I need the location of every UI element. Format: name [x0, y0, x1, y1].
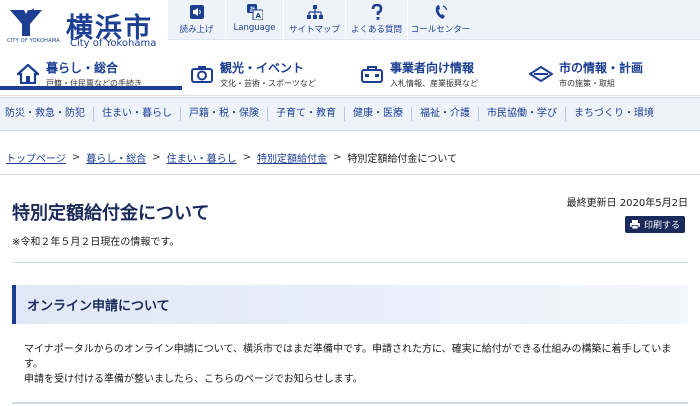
breadcrumb-link[interactable]: 暮らし・総合: [86, 150, 146, 165]
logo-subtext: CITY OF YOKOHAMA: [7, 38, 60, 44]
category-sub: 文化・芸術・スポーツなど: [220, 79, 316, 88]
breadcrumb-current: 特別定額給付金について: [347, 154, 458, 165]
breadcrumb-link[interactable]: 特別定額給付金: [257, 150, 327, 165]
phone-icon: [434, 4, 448, 20]
last-updated: 最終更新日 2020年5月2日: [566, 198, 688, 209]
breadcrumb-link[interactable]: トップページ: [6, 150, 66, 165]
breadcrumb: トップページ > 暮らし・総合 > 住まい・暮らし > 特別定額給付金 > 特別…: [6, 150, 457, 165]
body-text-line: マイナポータルからのオンライン申請について、横浜市ではまだ準備中です。申請された…: [24, 344, 672, 355]
divider: [12, 402, 688, 404]
subnav-item[interactable]: 住まい・暮らし: [94, 107, 181, 121]
category-label: 観光・イベント: [220, 61, 305, 75]
sub-category-nav: 防災・救急・防犯 住まい・暮らし 戸籍・税・保険 子育て・教育 健康・医療 福祉…: [0, 97, 700, 131]
svg-text:A: A: [255, 12, 261, 20]
subnav-item[interactable]: 福祉・介護: [412, 107, 479, 121]
category-tourism[interactable]: 観光・イベント 文化・芸術・スポーツなど: [190, 52, 316, 96]
util-label: よくある質問: [350, 25, 402, 35]
divider: [12, 262, 688, 263]
city-emblem-icon: [529, 62, 553, 86]
subnav-item[interactable]: 防災・救急・防犯: [0, 107, 94, 121]
subnav-item[interactable]: 市民協働・学び: [479, 107, 566, 121]
subnav-item[interactable]: 戸籍・税・保険: [181, 107, 268, 121]
print-button-label: 印刷する: [643, 221, 680, 231]
site-logo[interactable]: CITY OF YOKOHAMA 横浜市 City of Yokohama: [6, 4, 166, 50]
breadcrumb-link[interactable]: 住まい・暮らし: [167, 150, 237, 165]
breadcrumb-separator: >: [71, 152, 81, 163]
util-faq[interactable]: よくある質問: [345, 0, 407, 40]
language-icon: あA: [246, 4, 263, 20]
util-label: コールセンター: [410, 25, 471, 35]
util-call-center[interactable]: コールセンター: [407, 0, 473, 40]
util-label: サイトマップ: [288, 25, 340, 35]
logo-english: City of Yokohama: [70, 38, 157, 49]
category-sub: 入札情報、産業振興など: [390, 79, 478, 88]
camera-icon: [190, 62, 214, 86]
page-title: 特別定額給付金について: [12, 203, 210, 224]
speaker-icon: [189, 4, 204, 20]
site-header: CITY OF YOKOHAMA 横浜市 City of Yokohama 読み…: [0, 0, 700, 52]
question-icon: [371, 4, 383, 20]
breadcrumb-separator: >: [332, 152, 342, 163]
util-label: Language: [233, 23, 276, 33]
util-language[interactable]: あA Language: [225, 0, 283, 40]
body-text-line: す。: [24, 359, 43, 370]
section-body: マイナポータルからのオンライン申請について、横浜市ではまだ準備中です。申請された…: [24, 342, 688, 387]
breadcrumb-separator: >: [152, 152, 161, 163]
subnav-item[interactable]: 子育て・教育: [268, 107, 345, 121]
section-heading: オンライン申請について: [12, 285, 688, 324]
body-paragraph: マイナポータルからのオンライン申請について、横浜市ではまだ準備中です。申請された…: [24, 342, 688, 372]
util-sitemap[interactable]: サイトマップ: [283, 0, 345, 40]
util-read-aloud[interactable]: 読み上げ: [167, 0, 225, 40]
section-heading-text: オンライン申請について: [27, 299, 170, 314]
active-category-indicator: [0, 86, 182, 90]
print-button[interactable]: 印刷する: [625, 216, 685, 233]
category-city-info[interactable]: 市の情報・計画 市の施策・取組: [529, 52, 643, 96]
category-label: 事業者向け情報: [390, 61, 475, 75]
business-icon: [360, 62, 384, 86]
info-date-note: ※令和２年５月２日現在の情報です。: [12, 237, 180, 248]
category-business[interactable]: 事業者向け情報 入札情報、産業振興など: [360, 52, 478, 96]
sitemap-icon: [306, 4, 323, 20]
subnav-item[interactable]: まちづくり・環境: [566, 107, 662, 121]
breadcrumb-separator: >: [242, 152, 251, 163]
util-label: 読み上げ: [179, 25, 214, 35]
divider: [0, 174, 700, 175]
category-label: 市の情報・計画: [559, 61, 644, 75]
category-sub: 市の施策・取組: [559, 79, 615, 88]
printer-icon: [629, 220, 640, 229]
body-paragraph: 申請を受け付ける準備が整いましたら、こちらのページでお知らせします。: [24, 374, 363, 385]
house-icon: [16, 62, 40, 86]
subnav-item[interactable]: 健康・医療: [345, 107, 412, 121]
category-label: 暮らし・総合: [46, 61, 119, 75]
utility-nav: 読み上げ あA Language サイトマップ よくある質問 コールセンター: [167, 0, 700, 40]
